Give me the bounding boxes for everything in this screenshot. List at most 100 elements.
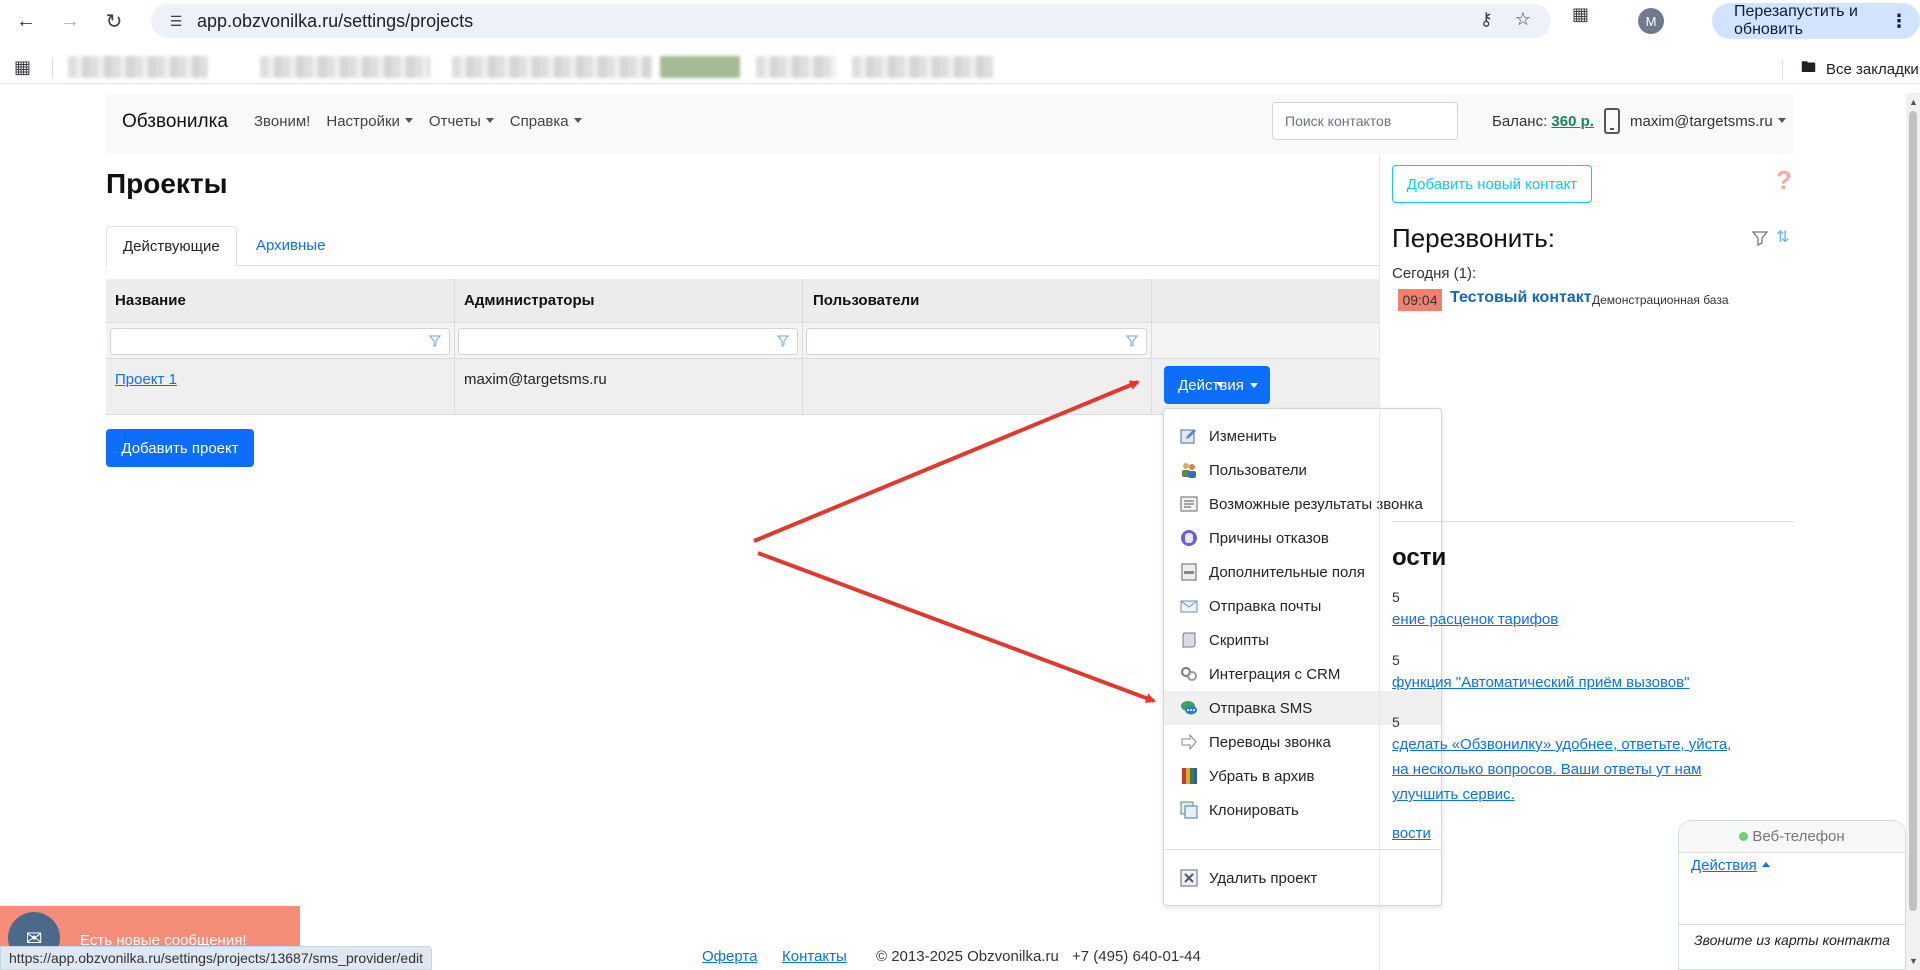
scroll-up-arrow-icon[interactable]: ▲ [1909,97,1918,107]
phone-icon[interactable] [1604,108,1620,134]
apps-grid-icon[interactable]: ▦ [14,57,31,78]
column-header-name[interactable]: Название [115,292,186,309]
menu-item-label: Возможные результаты звонка [1209,495,1423,513]
address-bar[interactable]: ☰ app.obzvonilka.ru/settings/projects ⚷ … [151,4,1551,38]
nav-links: Звоним! Настройки Отчеты Справка [254,113,582,130]
tab-active-projects[interactable]: Действующие [106,226,237,267]
menu-item-call-results[interactable]: Возможные результаты звонка [1164,487,1441,521]
menu-item-users[interactable]: Пользователи [1164,453,1441,487]
all-bookmarks-label: Все закладки [1826,61,1919,78]
extensions-icon[interactable]: ▦ [1572,4,1589,25]
blurred-bookmark[interactable] [68,56,208,78]
filter-admins-input[interactable] [458,328,798,355]
column-separator [802,279,803,415]
relaunch-update-button[interactable]: Перезапустить и обновить ⋮ [1712,3,1920,39]
web-phone-hint: Звоните из карты контакта [1679,924,1905,954]
scroll-down-arrow-icon[interactable]: ▼ [1909,956,1918,966]
kebab-menu-icon[interactable]: ⋮ [1890,11,1908,32]
profile-avatar[interactable]: M [1638,8,1664,34]
blurred-bookmark[interactable] [260,56,430,78]
menu-item-label: Клонировать [1209,801,1299,819]
blurred-bookmark[interactable] [852,56,994,78]
star-icon[interactable]: ☆ [1515,9,1531,30]
column-separator [454,279,455,415]
back-arrow-icon[interactable]: ← [8,3,44,39]
filter-name-input[interactable] [110,328,450,355]
callback-filter-icon[interactable] [1752,230,1768,246]
all-bookmarks[interactable]: 🖿 Все закладки [1782,57,1919,82]
call-results-icon [1179,494,1199,514]
news-link[interactable]: ение расценок тарифов [1392,607,1762,632]
search-contacts-input[interactable]: Поиск контактов [1272,102,1458,140]
blurred-bookmark[interactable] [660,56,740,78]
refresh-icon[interactable]: ⇅ [1776,227,1789,247]
sidebar-border [1379,155,1380,970]
transfer-arrow-icon [1179,732,1199,752]
news-title: ости [1392,544,1447,571]
web-phone-actions[interactable]: Действия [1691,857,1770,874]
menu-item-label: Пользователи [1209,461,1307,479]
project-admins: maxim@targetsms.ru [464,371,607,388]
column-separator [1151,279,1152,415]
menu-item-edit[interactable]: Изменить [1164,419,1441,453]
project-tabs: Действующие Архивные [106,226,1380,267]
footer-phone: +7 (495) 640-01-44 [1072,948,1201,965]
nav-link-call[interactable]: Звоним! [254,113,310,130]
nav-link-settings-label: Настройки [326,113,400,130]
page-scrollbar[interactable]: ▲ ▼ [1906,93,1920,970]
add-contact-button[interactable]: Добавить новый контакт [1392,165,1592,203]
column-header-admins[interactable]: Администраторы [464,292,594,309]
site-info-icon[interactable]: ☰ [161,6,191,36]
menu-item-label: Отправка SMS [1209,699,1313,717]
key-icon[interactable]: ⚷ [1480,9,1493,30]
footer-copyright: © 2013-2025 Obzvonilka.ru [876,948,1059,965]
callback-title: Перезвонить: [1392,223,1555,253]
reload-icon[interactable]: ↻ [96,3,132,39]
forward-arrow-icon[interactable]: → [52,3,88,39]
online-status-icon [1739,832,1749,841]
balance-amount[interactable]: 360 р. [1551,113,1594,130]
column-header-users[interactable]: Пользователи [813,292,919,309]
today-label: Сегодня (1): [1392,265,1477,282]
filter-icon [1126,335,1138,347]
blurred-bookmark[interactable] [756,56,836,78]
scrollbar-thumb[interactable] [1909,111,1917,911]
menu-item-label: Причины отказов [1209,529,1329,547]
nav-link-reports[interactable]: Отчеты [429,113,494,130]
filter-users-input[interactable] [806,328,1147,355]
blurred-bookmark[interactable] [452,56,652,78]
project-name-link[interactable]: Проект 1 [115,371,177,388]
clone-icon [1179,800,1199,820]
edit-icon [1179,426,1199,446]
menu-item-label: Дополнительные поля [1209,563,1365,581]
bookmarks-bar: ▦ 🖿 Все закладки [0,48,1920,84]
news-link[interactable]: функция "Автоматический приём вызовов" [1392,670,1762,695]
footer-contacts-link[interactable]: Контакты [782,948,847,965]
web-phone-actions-label: Действия [1691,857,1757,874]
menu-item-delete-project[interactable]: Удалить проект [1164,861,1441,895]
tab-archived-projects[interactable]: Архивные [240,226,341,267]
web-phone-header[interactable]: Веб-телефон [1679,821,1905,853]
web-page: Обзвонилка Звоним! Настройки Отчеты Спра… [0,93,1906,970]
news-date: 5 [1392,652,1400,668]
nav-link-help[interactable]: Справка [510,113,582,130]
address-url[interactable]: app.obzvonilka.ru/settings/projects [197,11,473,32]
menu-item-label: Удалить проект [1209,869,1318,887]
brand-logo[interactable]: Обзвонилка [122,111,228,133]
top-navbar: Обзвонилка Звоним! Настройки Отчеты Спра… [106,93,1794,155]
user-menu[interactable]: maxim@targetsms.ru [1630,113,1786,130]
help-icon[interactable]: ? [1776,165,1792,196]
page-title: Проекты [106,168,228,199]
nav-link-settings[interactable]: Настройки [326,113,413,130]
nav-link-help-label: Справка [509,113,569,130]
menu-item-label: Интеграция с CRM [1209,665,1341,683]
hand-icon [1179,528,1199,548]
news-link[interactable]: сделать «Обзвонилку» удобнее, ответьте, … [1392,732,1732,807]
filter-icon [777,335,789,347]
delete-icon [1179,868,1199,888]
web-phone-widget: Веб-телефон Действия Звоните из карты ко… [1678,820,1906,970]
callback-contact-link[interactable]: Тестовый контакт [1450,289,1592,307]
footer-offer-link[interactable]: Оферта [702,948,757,965]
relaunch-label: Перезапустить и обновить [1734,3,1858,38]
add-project-button[interactable]: Добавить проект [106,429,254,467]
